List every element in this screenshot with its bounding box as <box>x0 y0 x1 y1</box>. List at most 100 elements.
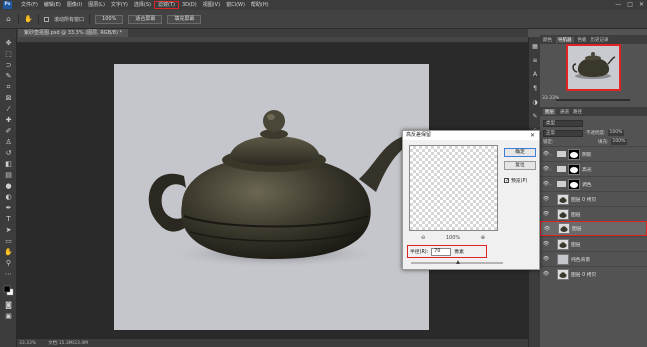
quick-select-tool-icon[interactable]: ✎ <box>3 72 14 81</box>
brush-tool-icon[interactable]: ✐ <box>3 127 14 136</box>
menu-item-1[interactable]: 编辑(E) <box>41 1 64 9</box>
crop-tool-icon[interactable]: ⌗ <box>3 83 14 92</box>
layer-mask-thumbnail[interactable] <box>568 163 580 175</box>
menu-item-5[interactable]: 选择(S) <box>131 1 154 9</box>
group-expand-icon[interactable]: › <box>550 182 555 187</box>
visibility-eye-icon[interactable]: 👁 <box>542 181 550 187</box>
home-icon[interactable]: ⌂ <box>4 15 13 24</box>
layer-row[interactable]: 👁 图层 0 拷贝 <box>540 266 647 281</box>
tab-paths[interactable]: 路径 <box>573 109 582 115</box>
menu-item-3[interactable]: 图层(L) <box>85 1 108 9</box>
layer-row[interactable]: 👁 › 高光 <box>540 161 647 176</box>
layer-kind-filter[interactable]: 类型 <box>543 120 583 127</box>
zoom-in-icon[interactable]: ⊕ <box>481 235 485 241</box>
move-tool-icon[interactable]: ✥ <box>3 39 14 48</box>
radius-input[interactable]: 70 <box>431 247 452 256</box>
menu-item-2[interactable]: 图像(I) <box>64 1 85 9</box>
tab-history[interactable]: 历史记录 <box>591 37 609 43</box>
layer-row[interactable]: 👁 图层 <box>540 206 647 221</box>
menu-item-0[interactable]: 文件(F) <box>18 1 41 9</box>
zoom-100-button[interactable]: 100% <box>95 14 124 24</box>
visibility-eye-icon[interactable]: 👁 <box>543 226 551 232</box>
reset-button[interactable]: 复位 <box>504 161 536 170</box>
tab-color[interactable]: 颜色 <box>543 37 552 43</box>
layer-row[interactable]: 👁 › 阴影 <box>540 146 647 161</box>
pen-tool-icon[interactable]: ✒ <box>3 204 14 213</box>
healing-brush-tool-icon[interactable]: ✚ <box>3 116 14 125</box>
menu-item-10[interactable]: 帮助(H) <box>248 1 272 9</box>
history-brush-tool-icon[interactable]: ↺ <box>3 149 14 158</box>
layer-row[interactable]: 👁 图层 0 拷贝 <box>540 191 647 206</box>
layer-thumbnail[interactable] <box>558 223 570 234</box>
fill-screen-button[interactable]: 填充屏幕 <box>167 14 202 24</box>
document-canvas[interactable] <box>114 64 429 330</box>
layer-mask-thumbnail[interactable] <box>568 178 580 190</box>
path-select-tool-icon[interactable]: ➤ <box>3 226 14 235</box>
dialog-close-icon[interactable]: ✕ <box>530 131 535 140</box>
menu-item-4[interactable]: 文字(Y) <box>108 1 131 9</box>
more-tools-icon[interactable]: ⋯ <box>3 270 14 279</box>
layer-row[interactable]: 👁 图层 <box>540 221 647 236</box>
navigator-thumbnail[interactable] <box>566 44 621 91</box>
maximize-button[interactable]: □ <box>627 1 633 8</box>
group-expand-icon[interactable]: › <box>550 167 555 172</box>
visibility-eye-icon[interactable]: 👁 <box>542 256 550 262</box>
status-zoom[interactable]: 33.33% <box>19 341 36 346</box>
blur-tool-icon[interactable]: ● <box>3 182 14 191</box>
rectangle-tool-icon[interactable]: ▭ <box>3 237 14 246</box>
dialog-preview-area[interactable] <box>409 145 498 231</box>
eyedropper-tool-icon[interactable]: ⁄ <box>3 105 14 114</box>
history-panel-icon[interactable]: ▦ <box>531 43 539 51</box>
group-expand-icon[interactable]: › <box>550 152 555 157</box>
screen-mode-icon[interactable]: ▣ <box>3 312 14 321</box>
menu-item-6[interactable]: 滤镜(T) <box>153 1 179 9</box>
properties-panel-icon[interactable]: ≡ <box>531 57 539 65</box>
frame-tool-icon[interactable]: ⊠ <box>3 94 14 103</box>
brush-settings-icon[interactable]: ✎ <box>531 113 539 121</box>
hand-tool-icon[interactable]: ✋ <box>24 15 33 24</box>
tab-layers[interactable]: 图层 <box>543 108 556 115</box>
gradient-tool-icon[interactable]: ▤ <box>3 171 14 180</box>
color-swatches-icon[interactable] <box>3 285 14 296</box>
tab-channels[interactable]: 通道 <box>560 109 569 115</box>
quick-mask-icon[interactable]: ◙ <box>3 301 14 310</box>
layer-thumbnail[interactable] <box>557 253 569 265</box>
navigator-zoom-slider[interactable] <box>556 99 630 101</box>
visibility-eye-icon[interactable]: 👁 <box>542 151 550 157</box>
layer-row[interactable]: 👁 纯色背景 <box>540 251 647 266</box>
dodge-tool-icon[interactable]: ◐ <box>3 193 14 202</box>
menu-item-9[interactable]: 窗口(W) <box>223 1 248 9</box>
zoom-tool-icon[interactable]: ⚲ <box>3 259 14 268</box>
preview-checkbox-row[interactable]: ✓ 预览(P) <box>504 177 527 184</box>
minimize-button[interactable]: — <box>615 1 621 8</box>
menu-item-8[interactable]: 视图(V) <box>200 1 223 9</box>
paragraph-panel-icon[interactable]: ¶ <box>531 85 539 93</box>
hand-tool-icon[interactable]: ✋ <box>3 248 14 257</box>
fit-screen-button[interactable]: 适合屏幕 <box>128 14 163 24</box>
layer-thumbnail[interactable] <box>557 193 569 205</box>
tab-swatches[interactable]: 色板 <box>578 37 587 43</box>
menu-item-7[interactable]: 3D(D) <box>179 1 200 9</box>
visibility-eye-icon[interactable]: 👁 <box>542 166 550 172</box>
layer-mask-thumbnail[interactable] <box>568 148 580 160</box>
marquee-tool-icon[interactable]: ⬚ <box>3 50 14 59</box>
character-panel-icon[interactable]: A <box>531 71 539 79</box>
visibility-eye-icon[interactable]: 👁 <box>542 241 550 247</box>
document-tab[interactable]: 紫砂壶抠图.psd @ 33.3% (图层, RGB/8) * <box>18 29 129 37</box>
visibility-eye-icon[interactable]: 👁 <box>542 211 550 217</box>
scroll-all-checkbox[interactable] <box>44 16 49 22</box>
zoom-out-icon[interactable]: ⊖ <box>421 235 425 241</box>
layer-row[interactable]: 👁 图层 <box>540 236 647 251</box>
fill-input[interactable]: 100% <box>610 139 628 145</box>
opacity-input[interactable]: 100% <box>607 130 625 136</box>
tab-navigator[interactable]: 导航器 <box>556 36 574 43</box>
ok-button[interactable]: 确定 <box>504 148 536 157</box>
layer-row[interactable]: 👁 › 调色 <box>540 176 647 191</box>
layer-thumbnail[interactable] <box>557 238 569 250</box>
layer-thumbnail[interactable] <box>557 268 569 280</box>
blend-mode-select[interactable]: 正常 <box>543 130 583 137</box>
close-button[interactable]: ✕ <box>639 1 644 8</box>
layer-thumbnail[interactable] <box>557 208 569 220</box>
clone-stamp-tool-icon[interactable]: ♙ <box>3 138 14 147</box>
radius-slider-thumb[interactable] <box>456 260 460 264</box>
